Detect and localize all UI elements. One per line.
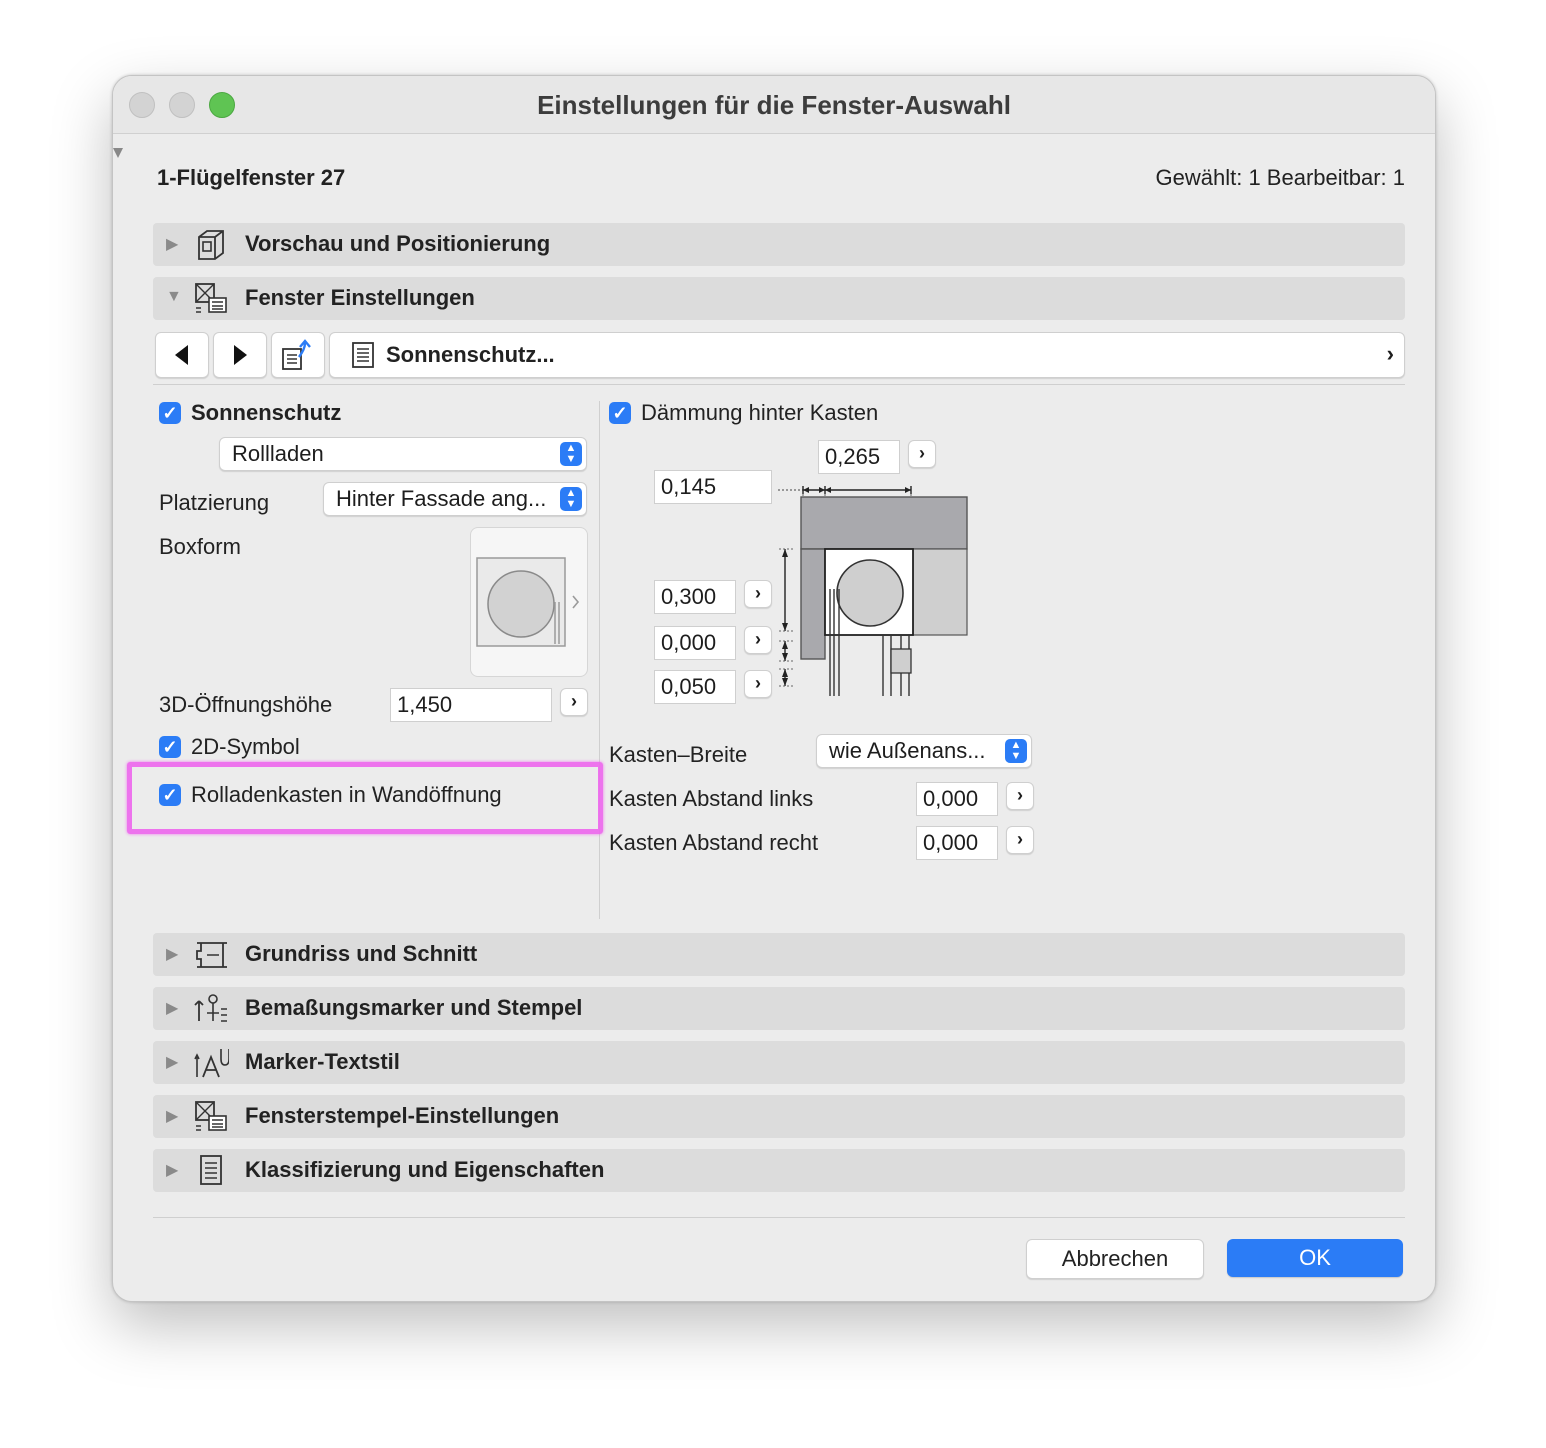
sunshade-type-value: Rollladen [232, 441, 324, 466]
disclosure-right-icon: ▶ [166, 1000, 179, 1017]
window-stamp-icon [195, 1101, 227, 1131]
opening-height-field[interactable]: 1,450 [390, 688, 552, 722]
section-dimension-markers[interactable]: ▶ Bemaßungsmarker und Stempel [153, 987, 1405, 1030]
box-right-arrow-button[interactable]: › [1006, 826, 1034, 854]
opening-height-arrow-button[interactable]: › [560, 688, 588, 716]
disclosure-right-icon: ▶ [166, 1108, 179, 1125]
section-classification[interactable]: ▶ Klassifizierung und Eigenschaften [153, 1149, 1405, 1192]
select-stepper-icon: ▲ ▼ [1005, 739, 1027, 763]
placement-select[interactable]: Hinter Fassade ang... ▲ ▼ [323, 482, 587, 516]
select-stepper-icon: ▲ ▼ [560, 487, 582, 511]
placement-label: Platzierung [159, 490, 270, 515]
section-dimension-markers-label: Bemaßungsmarker und Stempel [245, 995, 583, 1020]
dim-1-field[interactable]: 0,300 [654, 580, 736, 614]
page-jump-icon [282, 339, 311, 370]
box-right-label: Kasten Abstand recht [609, 830, 819, 855]
boxform-preview-icon [476, 557, 580, 647]
dimension-marker-icon [194, 994, 227, 1022]
section-marker-text-label: Marker-Textstil [245, 1049, 400, 1074]
disclosure-right-icon: ▶ [166, 1054, 179, 1071]
symbol-2d-checkbox[interactable]: ✓ [159, 736, 181, 758]
footer-divider [153, 1217, 1405, 1218]
section-window-settings[interactable]: ▼ Fenster Einstellungen [153, 277, 1405, 320]
preview-cube-icon [198, 230, 224, 260]
highlight-annotation [127, 762, 603, 834]
box-left-arrow-button[interactable]: › [1006, 782, 1034, 810]
section-window-stamp[interactable]: ▶ Fensterstempel-Einstellungen [153, 1095, 1405, 1138]
dim-2-arrow-button[interactable]: › [744, 626, 772, 654]
insulation-label: Dämmung hinter Kasten [641, 400, 879, 425]
insulation-checkbox[interactable]: ✓ [609, 402, 631, 424]
resize-marker-icon [113, 148, 123, 158]
next-page-button[interactable] [213, 332, 267, 378]
section-window-settings-label: Fenster Einstellungen [245, 285, 475, 310]
dim-2-field[interactable]: 0,000 [654, 626, 736, 660]
box-left-field[interactable]: 0,000 [916, 782, 998, 816]
arrow-left-icon [175, 345, 188, 365]
column-divider [599, 401, 600, 919]
box-width-select[interactable]: wie Außenans... ▲ ▼ [816, 734, 1032, 768]
window-title: Einstellungen für die Fenster-Auswahl [537, 90, 1011, 120]
select-stepper-icon: ▲ ▼ [560, 442, 582, 466]
disclosure-down-icon: ▼ [166, 288, 182, 305]
opening-height-label: 3D-Öffnungshöhe [159, 692, 333, 717]
section-preview[interactable]: ▶ Vorschau und Positionierung [153, 223, 1405, 266]
placement-value: Hinter Fassade ang... [336, 486, 547, 511]
roller-box-diagram [778, 486, 968, 696]
page-document-icon [352, 342, 374, 368]
disclosure-right-icon: ▶ [166, 946, 179, 963]
box-left-label: Kasten Abstand links [609, 786, 814, 811]
section-classification-label: Klassifizierung und Eigenschaften [245, 1157, 605, 1182]
dim-3-arrow-button[interactable]: › [744, 670, 772, 698]
dim-3-field[interactable]: 0,050 [654, 670, 736, 704]
sunshade-checkbox[interactable]: ✓ [159, 402, 181, 424]
chevron-right-icon: › [1386, 341, 1394, 366]
boxform-label: Boxform [159, 534, 241, 559]
window-settings-icon [195, 283, 227, 313]
page-list-button[interactable] [271, 332, 325, 378]
box-right-field[interactable]: 0,000 [916, 826, 998, 860]
element-name: 1-Flügelfenster 27 [157, 165, 346, 190]
dim-top-field[interactable]: 0,265 [818, 440, 900, 474]
classification-document-icon [200, 1155, 222, 1185]
symbol-2d-label: 2D-Symbol [191, 734, 300, 759]
settings-dialog: Einstellungen für die Fenster-Auswahl 1-… [112, 75, 1436, 1302]
page-selector[interactable]: Sonnenschutz... › [329, 332, 1405, 378]
section-marker-text[interactable]: ▶ Marker-Textstil [153, 1041, 1405, 1084]
section-preview-label: Vorschau und Positionierung [245, 231, 551, 256]
page-selector-label: Sonnenschutz... [386, 342, 555, 367]
dim-1-arrow-button[interactable]: › [744, 580, 772, 608]
section-floorplan[interactable]: ▶ Grundriss und Schnitt [153, 933, 1405, 976]
sunshade-label: Sonnenschutz [191, 400, 342, 425]
section-floorplan-label: Grundriss und Schnitt [245, 941, 478, 966]
ok-button-label: OK [1299, 1245, 1331, 1270]
box-width-value: wie Außenans... [829, 738, 986, 763]
divider [153, 384, 1405, 385]
arrow-right-icon [234, 345, 247, 365]
selection-info: Gewählt: 1 Bearbeitbar: 1 [1155, 165, 1405, 190]
dim-top-arrow-button[interactable]: › [908, 440, 936, 468]
disclosure-right-icon: ▶ [166, 1162, 179, 1179]
disclosure-right-icon: ▶ [166, 236, 179, 253]
section-window-stamp-label: Fensterstempel-Einstellungen [245, 1103, 560, 1128]
title-bar: Einstellungen für die Fenster-Auswahl [113, 76, 1435, 134]
cancel-button[interactable]: Abbrechen [1026, 1239, 1204, 1279]
box-width-label: Kasten–Breite [609, 742, 748, 767]
marker-text-icon [194, 1049, 229, 1078]
floorplan-section-icon [196, 942, 227, 968]
previous-page-button[interactable] [155, 332, 209, 378]
ok-button[interactable]: OK [1227, 1239, 1403, 1277]
cancel-button-label: Abbrechen [1061, 1246, 1169, 1271]
dim-left-field[interactable]: 0,145 [654, 470, 772, 504]
boxform-picker[interactable] [470, 527, 588, 677]
sunshade-type-select[interactable]: Rollladen ▲ ▼ [219, 437, 587, 471]
